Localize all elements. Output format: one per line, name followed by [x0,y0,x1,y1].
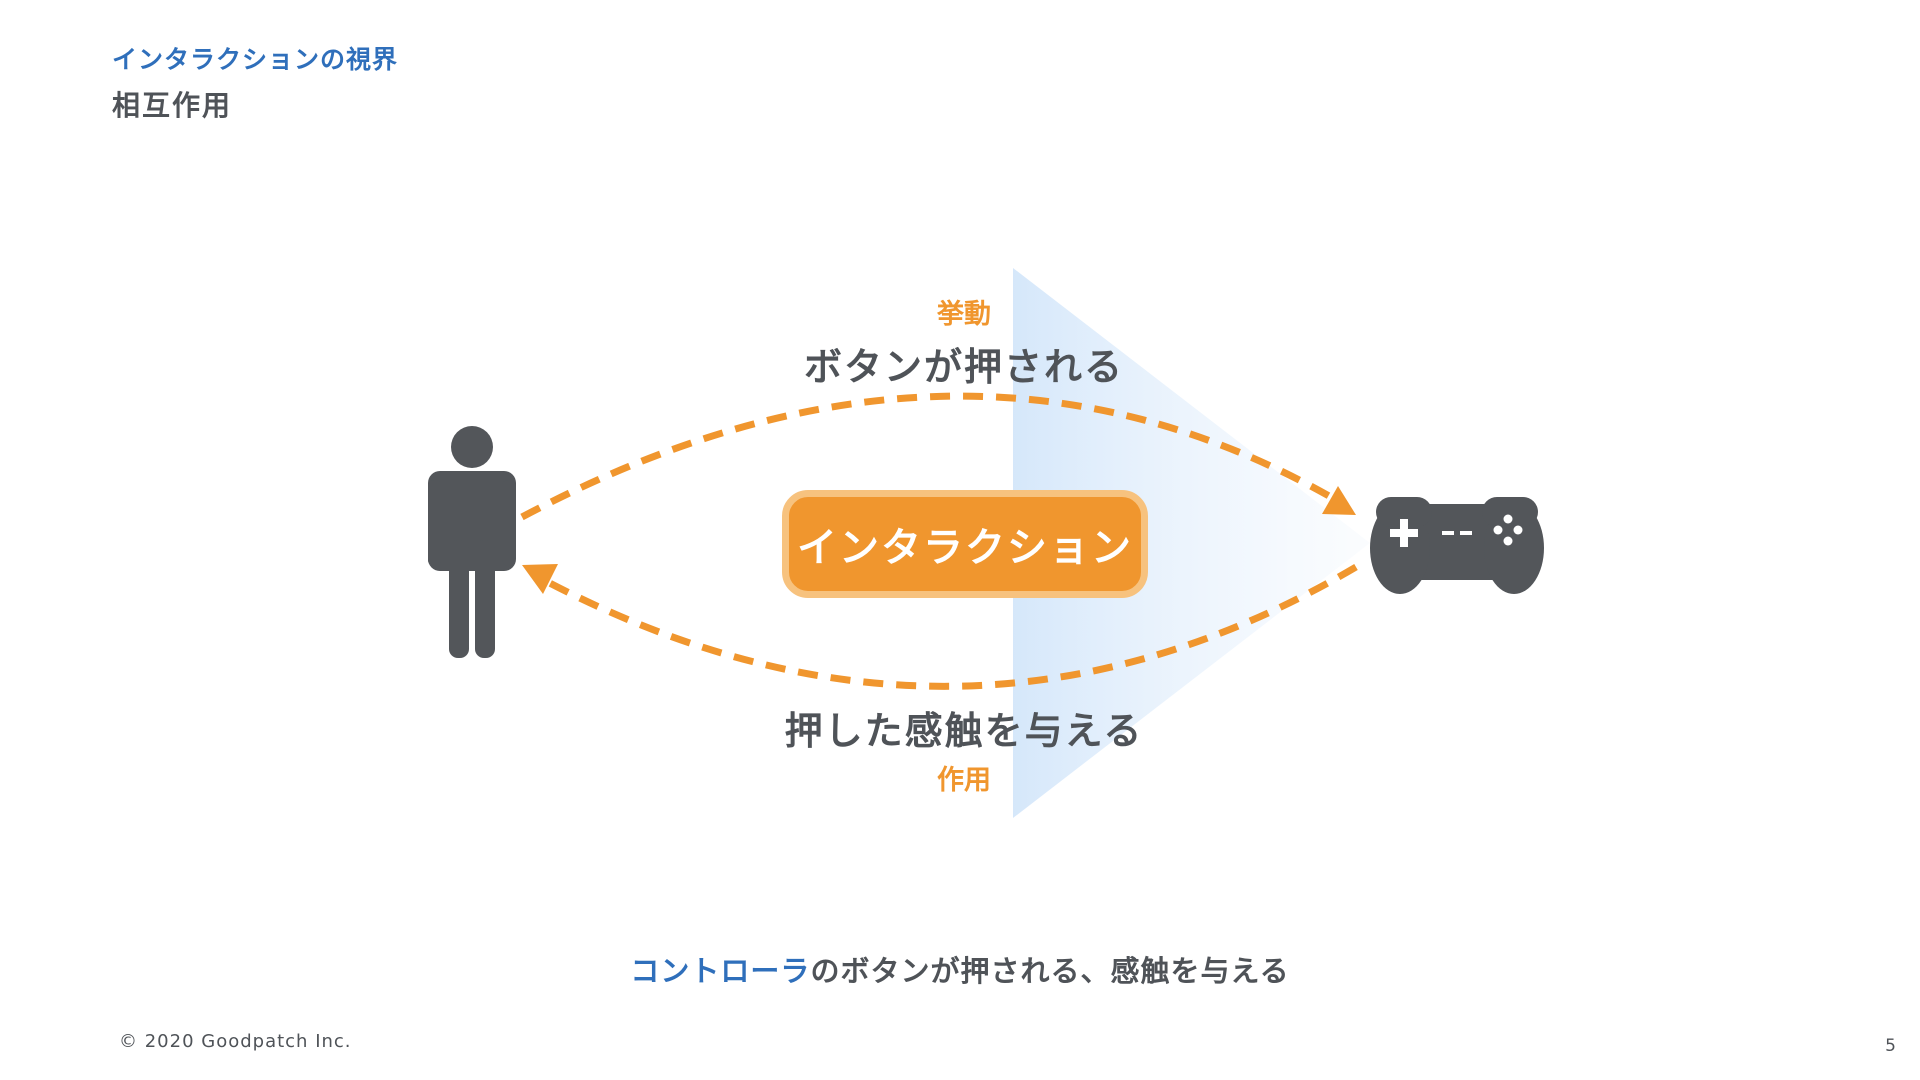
page-number: 5 [1885,1036,1896,1056]
interaction-pill: インタラクション [782,490,1148,598]
copyright-footer: © 2020 Goodpatch Inc. [119,1031,352,1052]
button-pressed-label: ボタンが押される [803,345,1125,389]
upper-arrowhead [1322,486,1356,515]
lower-arrowhead [522,564,558,594]
game-controller-icon [1370,497,1544,594]
behavior-tag: 挙動 [937,299,991,330]
caption-rest: のボタンが押される、感触を与える [810,954,1290,988]
caption-accent: コントローラ [630,954,811,988]
person-icon [428,426,516,658]
interaction-diagram: 挙動 ボタンが押される インタラクション 押した感触を与える 作用 [0,0,1920,1080]
slide-caption: コントローラのボタンが押される、感触を与える [630,948,1289,990]
feedback-label: 押した感触を与える [784,709,1144,753]
action-tag: 作用 [937,765,991,796]
